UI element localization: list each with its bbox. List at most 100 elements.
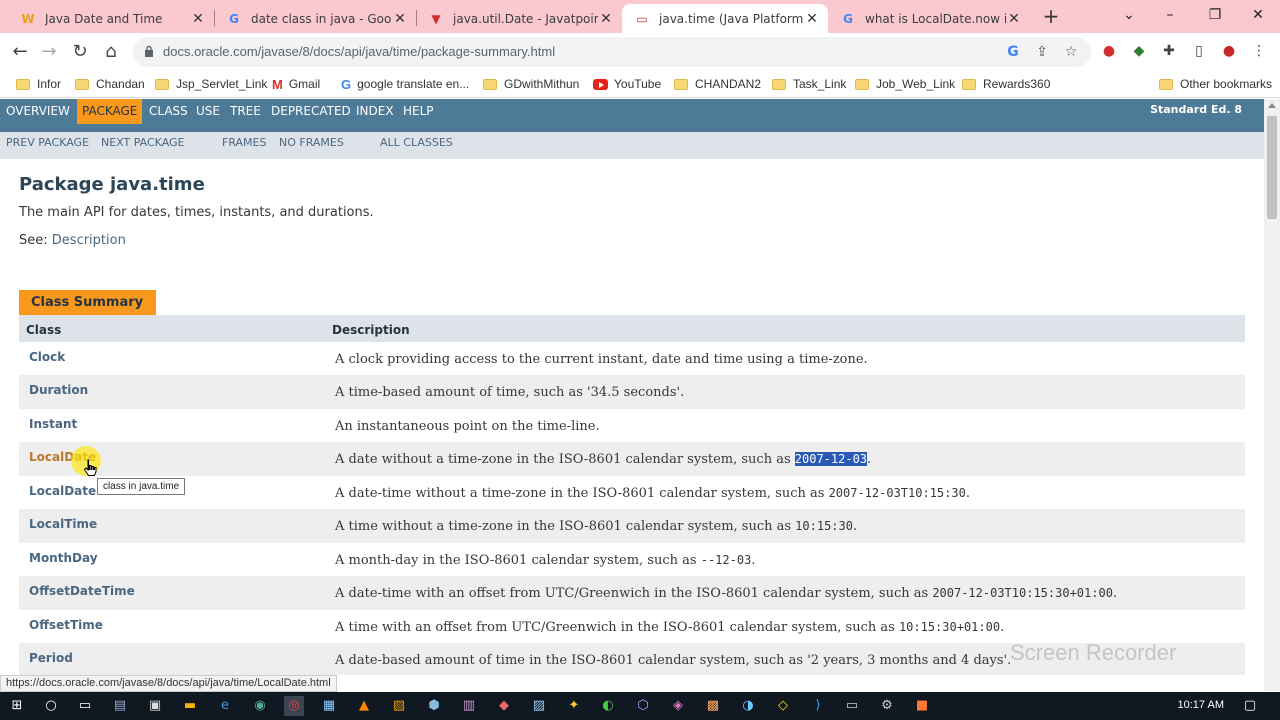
scrollbar-thumb[interactable]: [1267, 116, 1277, 219]
nav-index[interactable]: INDEX: [351, 99, 399, 124]
bookmark-item[interactable]: Chandan: [75, 76, 145, 92]
prev-package-link[interactable]: PREV PACKAGE: [6, 136, 89, 149]
bookmark-item[interactable]: Ggoogle translate en...: [341, 76, 469, 92]
store-icon[interactable]: ▣: [145, 696, 165, 716]
windows-start-icon[interactable]: ⊞: [7, 696, 27, 716]
vlc-icon[interactable]: ▲: [354, 696, 374, 716]
opera-icon[interactable]: ●: [1100, 42, 1118, 60]
terminal-icon[interactable]: ▭: [842, 696, 862, 716]
bookmark-item[interactable]: YouTube: [593, 76, 661, 92]
recorder-icon[interactable]: ■: [912, 696, 932, 716]
class-link[interactable]: Instant: [29, 417, 77, 431]
bookmark-item[interactable]: CHANDAN2: [674, 76, 761, 92]
class-link[interactable]: OffsetDateTime: [29, 584, 135, 598]
bookmark-item[interactable]: GDwithMithun: [483, 76, 579, 92]
explorer-icon[interactable]: ▬: [180, 696, 200, 716]
share-icon[interactable]: ⇪: [1033, 43, 1051, 61]
app-icon[interactable]: ✦: [564, 696, 584, 716]
app-icon[interactable]: ▤: [110, 696, 130, 716]
nav-use[interactable]: USE: [191, 99, 225, 124]
app-icon[interactable]: ◐: [598, 696, 618, 716]
browser-tab[interactable]: G what is LocalDate.now in java ✕: [828, 4, 1030, 33]
bookmark-item[interactable]: M Gmail: [272, 76, 320, 92]
forward-icon[interactable]: →: [38, 41, 60, 63]
bookmark-item[interactable]: Rewards360: [962, 76, 1050, 92]
app-icon[interactable]: ▩: [703, 696, 723, 716]
edge-icon[interactable]: e: [215, 696, 235, 716]
app-icon[interactable]: ⬡: [633, 696, 653, 716]
search-icon[interactable]: ○: [41, 696, 61, 716]
app-icon[interactable]: ▨: [529, 696, 549, 716]
app-icon[interactable]: ◉: [250, 696, 270, 716]
no-frames-link[interactable]: NO FRAMES: [279, 136, 344, 149]
menu-icon[interactable]: ⋮: [1250, 42, 1268, 60]
description-link[interactable]: Description: [52, 233, 126, 248]
description-suffix: .: [965, 485, 970, 501]
close-icon[interactable]: ✕: [392, 11, 408, 27]
new-tab-icon[interactable]: +: [1040, 5, 1062, 27]
frames-link[interactable]: FRAMES: [222, 136, 266, 149]
avatar[interactable]: ●: [1220, 42, 1238, 60]
class-link[interactable]: LocalTime: [29, 517, 97, 531]
bookmark-item[interactable]: Job_Web_Link: [855, 76, 955, 92]
nav-help[interactable]: HELP: [398, 99, 439, 124]
task-view-icon[interactable]: ▭: [75, 696, 95, 716]
vscode-icon[interactable]: ⟩: [808, 696, 828, 716]
close-icon[interactable]: ✕: [598, 11, 614, 27]
folder-icon: [483, 78, 497, 90]
app-icon[interactable]: ⬢: [424, 696, 444, 716]
class-link[interactable]: Clock: [29, 350, 65, 364]
close-window-icon[interactable]: ✕: [1243, 4, 1273, 26]
app-icon[interactable]: ◑: [738, 696, 758, 716]
class-link[interactable]: MonthDay: [29, 551, 98, 565]
app-icon[interactable]: ◆: [494, 696, 514, 716]
class-link[interactable]: LocalDate: [29, 484, 96, 498]
app-icon[interactable]: ◈: [668, 696, 688, 716]
puzzle-icon[interactable]: ✚: [1160, 42, 1178, 60]
class-link[interactable]: OffsetTime: [29, 618, 103, 632]
bookmark-star-icon[interactable]: ☆: [1062, 43, 1080, 61]
next-package-link[interactable]: NEXT PACKAGE: [101, 136, 185, 149]
minimize-icon[interactable]: –: [1155, 4, 1185, 26]
maximize-icon[interactable]: ❐: [1200, 4, 1230, 26]
page-scrollbar[interactable]: [1264, 99, 1280, 691]
class-link[interactable]: Period: [29, 651, 73, 665]
page-title: Package java.time: [19, 174, 205, 195]
all-classes-link[interactable]: ALL CLASSES: [380, 136, 453, 149]
home-icon[interactable]: ⌂: [100, 41, 122, 63]
other-bookmarks[interactable]: Other bookmarks: [1159, 76, 1272, 92]
tab-search-icon[interactable]: ⌄: [1114, 4, 1144, 26]
gmail-icon: M: [272, 76, 283, 92]
address-bar[interactable]: docs.oracle.com/javase/8/docs/api/java/t…: [133, 37, 1091, 67]
browser-tab[interactable]: W Java Date and Time ✕: [8, 4, 214, 33]
class-description: A time with an offset from UTC/Greenwich…: [335, 620, 1004, 635]
bookmark-item[interactable]: Task_Link: [772, 76, 846, 92]
app-icon[interactable]: ▦: [319, 696, 339, 716]
close-icon[interactable]: ✕: [1006, 11, 1022, 27]
table-row: OffsetTime A time with an offset from UTC…: [19, 610, 1245, 644]
close-icon[interactable]: ✕: [804, 11, 820, 27]
javadoc-top-nav: OVERVIEW PACKAGE CLASS USE TREE DEPRECAT…: [0, 99, 1264, 132]
browser-tab[interactable]: ▼ java.util.Date - Javatpoint ✕: [416, 4, 622, 33]
app-icon[interactable]: ▥: [459, 696, 479, 716]
bookmark-item[interactable]: Infor: [16, 76, 61, 92]
google-lens-icon[interactable]: G: [1004, 43, 1022, 61]
nav-tree[interactable]: TREE: [225, 99, 266, 124]
notification-icon[interactable]: ▢: [1240, 696, 1260, 716]
browser-tab[interactable]: G date class in java - Google Se ✕: [214, 4, 416, 33]
chrome-icon[interactable]: ◎: [284, 696, 304, 716]
class-link[interactable]: Duration: [29, 383, 88, 397]
app-icon[interactable]: ▧: [389, 696, 409, 716]
browser-tab-active[interactable]: ▭ java.time (Java Platform SE 8 ✕: [622, 4, 828, 33]
bookmark-item[interactable]: Jsp_Servlet_Link: [155, 76, 267, 92]
nav-deprecated[interactable]: DEPRECATED: [266, 99, 356, 124]
extension-icon[interactable]: ◆: [1130, 42, 1148, 60]
app-icon[interactable]: ◇: [773, 696, 793, 716]
back-icon[interactable]: ←: [9, 41, 31, 63]
reload-icon[interactable]: ↻: [69, 41, 91, 63]
settings-icon[interactable]: ⚙: [877, 696, 897, 716]
close-icon[interactable]: ✕: [190, 11, 206, 27]
scroll-up-icon[interactable]: [1268, 103, 1276, 108]
sidepanel-icon[interactable]: ▯: [1190, 42, 1208, 60]
nav-overview[interactable]: OVERVIEW: [1, 99, 75, 124]
